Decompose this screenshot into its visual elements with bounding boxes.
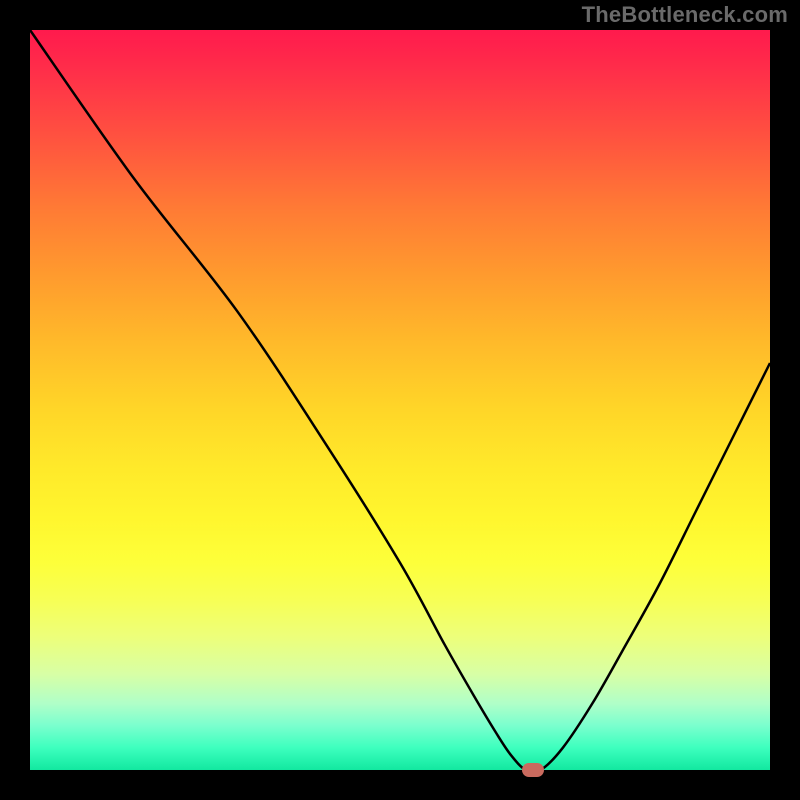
bottleneck-curve [30,30,770,772]
watermark-text: TheBottleneck.com [582,2,788,28]
curve-layer [30,30,770,770]
plot-area [30,30,770,770]
minimum-marker [522,763,544,777]
chart-frame: TheBottleneck.com [0,0,800,800]
